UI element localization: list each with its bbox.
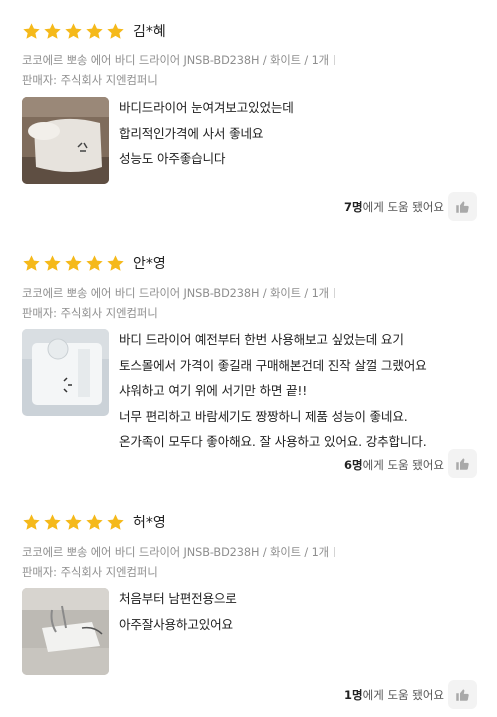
star-icon [85, 22, 104, 41]
helpful-number: 6명 [344, 458, 363, 472]
seller-info: 판매자: 주식회사 지엔컴퍼니 [22, 566, 158, 579]
rating-stars: 허*영 [22, 510, 166, 534]
product-option: 코코에르 뽀송 에어 바디 드라이어 JNSB-BD238H / 화이트 / 1… [22, 544, 335, 560]
product-option-text: 코코에르 뽀송 에어 바디 드라이어 JNSB-BD238H / 화이트 / 1… [22, 287, 329, 300]
seller-info: 판매자: 주식회사 지엔컴퍼니 [22, 307, 158, 320]
star-icon [106, 22, 125, 41]
product-option-text: 코코에르 뽀송 에어 바디 드라이어 JNSB-BD238H / 화이트 / 1… [22, 54, 329, 67]
reviewer-name: 김*혜 [133, 24, 166, 40]
star-icon [85, 254, 104, 273]
review-text: 바디 드라이어 예전부터 한번 사용해보고 싶었는데 요기 토스몰에서 가격이 … [119, 327, 427, 455]
like-button[interactable] [448, 192, 477, 221]
star-icon [106, 254, 125, 273]
star-icon [43, 254, 62, 273]
divider [333, 55, 335, 65]
product-option: 코코에르 뽀송 에어 바디 드라이어 JNSB-BD238H / 화이트 / 1… [22, 285, 335, 301]
review-line: 바디 드라이어 예전부터 한번 사용해보고 싶었는데 요기 [119, 332, 404, 347]
helpful-suffix: 에게 도움 됐어요 [362, 688, 444, 702]
thumbs-up-icon [456, 458, 469, 470]
thumbs-up-icon [456, 201, 469, 213]
star-icon [43, 22, 62, 41]
like-button[interactable] [448, 449, 477, 478]
rating-stars: 김*혜 [22, 19, 166, 43]
review-line: 아주잘사용하고있어요 [119, 616, 233, 632]
rating-stars: 안*영 [22, 251, 166, 275]
seller-info: 판매자: 주식회사 지엔컴퍼니 [22, 74, 158, 87]
helpful-suffix: 에게 도움 됐어요 [362, 458, 444, 472]
like-button[interactable] [448, 680, 477, 709]
star-icon [64, 254, 83, 273]
review-photo[interactable] [22, 588, 109, 675]
star-icon [64, 22, 83, 41]
review-line: 성능도 아주좋습니다 [119, 151, 226, 166]
star-icon [64, 513, 83, 532]
product-option: 코코에르 뽀송 에어 바디 드라이어 JNSB-BD238H / 화이트 / 1… [22, 52, 335, 68]
helpful-count: 6명에게 도움 됐어요 [344, 457, 444, 473]
review-line: 합리적인가격에 사서 좋네요 [119, 125, 264, 141]
review-line: 처음부터 남편전용으로 [119, 591, 237, 606]
helpful-count: 7명에게 도움 됐어요 [344, 199, 444, 215]
helpful-count: 1명에게 도움 됐어요 [344, 687, 444, 703]
star-icon [106, 513, 125, 532]
review-photo[interactable] [22, 97, 109, 184]
review-photo[interactable] [22, 329, 109, 416]
product-option-text: 코코에르 뽀송 에어 바디 드라이어 JNSB-BD238H / 화이트 / 1… [22, 546, 329, 559]
review-line: 너무 편리하고 바람세기도 짱짱하니 제품 성능이 좋네요. [119, 408, 408, 424]
divider [333, 547, 335, 557]
reviewer-name: 허*영 [133, 515, 166, 531]
reviewer-name: 안*영 [133, 256, 166, 272]
review-line: 온가족이 모두다 좋아해요. 잘 사용하고 있어요. 강추합니다. [119, 434, 427, 449]
star-icon [43, 513, 62, 532]
helpful-number: 7명 [344, 200, 363, 214]
review-text: 처음부터 남편전용으로 아주잘사용하고있어요 [119, 586, 237, 637]
star-icon [85, 513, 104, 532]
thumbs-up-icon [456, 689, 469, 701]
star-icon [22, 513, 41, 532]
star-icon [22, 254, 41, 273]
divider [333, 288, 335, 298]
star-icon [22, 22, 41, 41]
helpful-number: 1명 [344, 688, 363, 702]
review-line: 샤워하고 여기 위에 서기만 하면 끝!! [119, 383, 308, 398]
review-text: 바디드라이어 눈여겨보고있었는데 합리적인가격에 사서 좋네요 성능도 아주좋습… [119, 95, 294, 172]
review-line: 토스몰에서 가격이 좋길래 구매해본건데 진작 살껄 그랬어요 [119, 357, 427, 373]
helpful-suffix: 에게 도움 됐어요 [362, 200, 444, 214]
review-line: 바디드라이어 눈여겨보고있었는데 [119, 100, 294, 115]
